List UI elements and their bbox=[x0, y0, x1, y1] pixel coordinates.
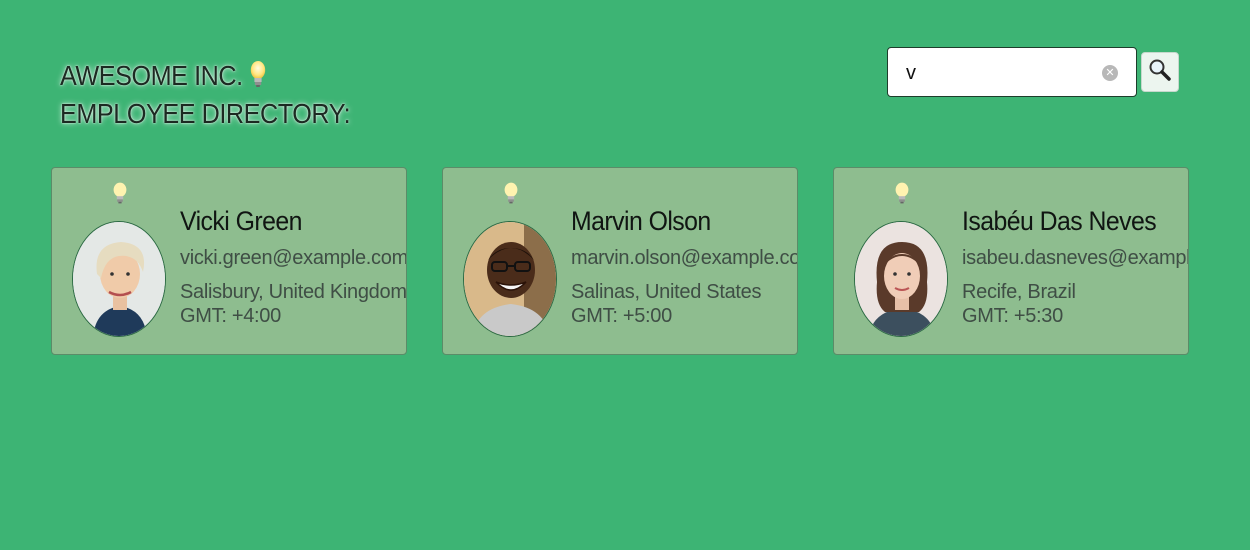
lightbulb-icon bbox=[112, 181, 128, 210]
employee-info: Isabéu Das Neves isabeu.dasneves@example… bbox=[962, 202, 1188, 328]
directory-title: EMPLOYEE DIRECTORY: bbox=[60, 97, 351, 129]
lightbulb-icon bbox=[894, 181, 910, 210]
employee-location: Recife, Brazil bbox=[962, 281, 1076, 303]
company-title: AWESOME INC. bbox=[60, 58, 350, 96]
employee-location: Salisbury, United Kingdom bbox=[180, 281, 407, 303]
search-button[interactable] bbox=[1141, 52, 1179, 92]
search-box: ✕ bbox=[887, 47, 1137, 97]
lightbulb-icon bbox=[503, 181, 519, 210]
employee-info: Vicki Green vicki.green@example.com Sali… bbox=[180, 202, 407, 328]
employee-timezone: GMT: +5:00 bbox=[571, 305, 672, 327]
page-header: AWESOME INC. EMPLOYEE DIRECTORY: bbox=[60, 58, 351, 131]
employee-card[interactable]: Vicki Green vicki.green@example.com Sali… bbox=[51, 167, 407, 355]
employee-name: Isabéu Das Neves bbox=[962, 206, 1157, 236]
magnifier-icon bbox=[1148, 58, 1172, 87]
employee-name: Vicki Green bbox=[180, 206, 302, 236]
employee-location: Salinas, United States bbox=[571, 281, 762, 303]
avatar bbox=[72, 221, 166, 337]
employee-timezone: GMT: +4:00 bbox=[180, 305, 281, 327]
employee-name: Marvin Olson bbox=[571, 206, 711, 236]
avatar bbox=[463, 221, 557, 337]
clear-icon[interactable]: ✕ bbox=[1102, 65, 1118, 81]
employee-timezone: GMT: +5:30 bbox=[962, 305, 1063, 327]
employee-info: Marvin Olson marvin.olson@example.com Sa… bbox=[571, 202, 798, 328]
lightbulb-icon bbox=[249, 60, 267, 96]
company-name: AWESOME INC. bbox=[60, 60, 243, 91]
avatar bbox=[854, 221, 948, 337]
search-input[interactable] bbox=[906, 58, 1096, 88]
employee-card[interactable]: Isabéu Das Neves isabeu.dasneves@example… bbox=[833, 167, 1189, 355]
employee-email: marvin.olson@example.com bbox=[571, 247, 798, 269]
employee-email: vicki.green@example.com bbox=[180, 247, 407, 269]
employee-email: isabeu.dasneves@example.com bbox=[962, 247, 1188, 269]
employee-card[interactable]: Marvin Olson marvin.olson@example.com Sa… bbox=[442, 167, 798, 355]
